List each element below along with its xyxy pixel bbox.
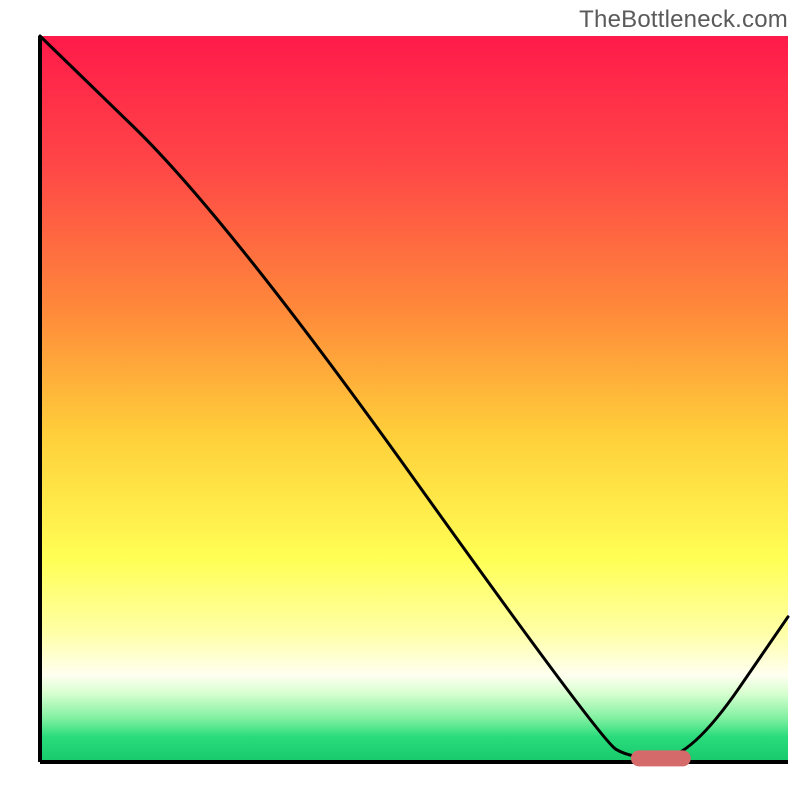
bottleneck-chart — [0, 0, 800, 800]
optimal-marker — [631, 750, 691, 766]
chart-container: TheBottleneck.com — [0, 0, 800, 800]
watermark-label: TheBottleneck.com — [579, 6, 788, 34]
